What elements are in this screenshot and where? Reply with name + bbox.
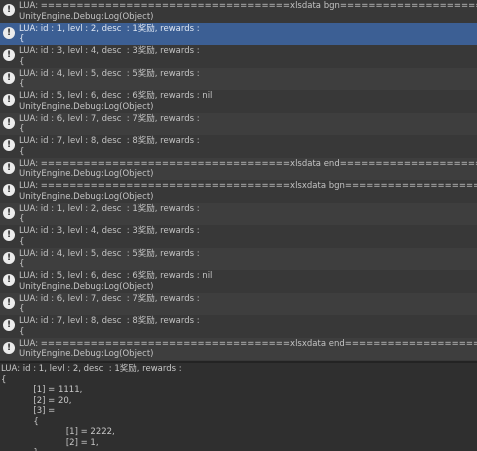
- log-row[interactable]: ! LUA: =================================…: [0, 157, 477, 180]
- detail-line: [1] = 1111,: [1, 385, 83, 395]
- log-row[interactable]: ! LUA: id : 3, levl : 4, desc : 3奖励, rew…: [0, 225, 477, 248]
- log-message: LUA: id : 4, levl : 5, desc : 5奖励, rewar…: [19, 248, 200, 259]
- detail-line: LUA: id : 1, levl : 2, desc : 1奖励, rewar…: [1, 364, 182, 374]
- log-row[interactable]: ! LUA: id : 1, levl : 2, desc : 1奖励, rew…: [0, 22, 477, 45]
- log-message: LUA: ===================================…: [19, 1, 477, 11]
- log-stacktrace: {: [19, 326, 25, 337]
- log-stacktrace: UnityEngine.Debug:Log(Object): [19, 169, 154, 179]
- log-stacktrace: {: [19, 236, 25, 247]
- log-message: LUA: ===================================…: [19, 158, 477, 169]
- log-detail-text: LUA: id : 1, levl : 2, desc : 1奖励, rewar…: [0, 363, 477, 451]
- info-icon: !: [3, 229, 15, 241]
- detail-line: {: [1, 416, 39, 427]
- log-stacktrace: {: [19, 304, 25, 314]
- log-row[interactable]: ! LUA: id : 5, levl : 6, desc : 6奖励, rew…: [0, 270, 477, 293]
- info-icon: !: [3, 116, 15, 129]
- info-icon: !: [3, 4, 15, 16]
- info-icon: !: [3, 296, 15, 309]
- log-message: LUA: id : 6, levl : 7, desc : 7奖励, rewar…: [19, 113, 200, 124]
- detail-line: [3] =: [1, 406, 56, 416]
- info-icon: !: [3, 71, 15, 84]
- log-stacktrace: {: [19, 56, 25, 67]
- log-stacktrace: UnityEngine.Debug:Log(Object): [19, 191, 154, 202]
- info-icon: !: [3, 206, 15, 219]
- detail-line: [2] = 20,: [1, 395, 72, 406]
- log-row[interactable]: ! LUA: id : 6, levl : 7, desc : 7奖励, rew…: [0, 112, 477, 135]
- log-message: LUA: id : 3, levl : 4, desc : 3奖励, rewar…: [19, 226, 200, 236]
- info-icon: !: [3, 274, 15, 286]
- log-stacktrace: {: [19, 146, 25, 157]
- log-stacktrace: {: [19, 259, 25, 269]
- info-icon: !: [3, 49, 15, 61]
- log-message: LUA: id : 1, levl : 2, desc : 1奖励, rewar…: [19, 203, 200, 214]
- log-stacktrace: UnityEngine.Debug:Log(Object): [19, 101, 154, 112]
- info-icon: !: [3, 184, 15, 196]
- info-icon: !: [3, 319, 15, 331]
- log-stacktrace: {: [19, 214, 25, 224]
- info-icon: !: [3, 161, 15, 174]
- detail-line: [1] = 2222,: [1, 427, 115, 437]
- detail-line: {: [1, 374, 7, 385]
- log-row[interactable]: ! LUA: id : 5, levl : 6, desc : 6奖励, rew…: [0, 90, 477, 113]
- log-message: LUA: id : 6, levl : 7, desc : 7奖励, rewar…: [19, 293, 200, 304]
- log-row[interactable]: ! LUA: id : 3, levl : 4, desc : 3奖励, rew…: [0, 45, 477, 68]
- log-stacktrace: {: [19, 34, 25, 44]
- info-icon: !: [3, 94, 15, 106]
- log-message: LUA: id : 3, levl : 4, desc : 3奖励, rewar…: [19, 46, 200, 56]
- log-detail-panel[interactable]: LUA: id : 1, levl : 2, desc : 1奖励, rewar…: [0, 363, 477, 451]
- log-row[interactable]: ! LUA: id : 6, levl : 7, desc : 7奖励, rew…: [0, 292, 477, 315]
- log-message: LUA: id : 5, levl : 6, desc : 6奖励, rewar…: [19, 271, 213, 281]
- info-icon: !: [3, 139, 15, 151]
- log-row[interactable]: ! LUA: id : 4, levl : 5, desc : 5奖励, rew…: [0, 247, 477, 270]
- log-message: LUA: id : 7, levl : 8, desc : 8奖励, rewar…: [19, 316, 200, 326]
- log-stacktrace: UnityEngine.Debug:Log(Object): [19, 349, 154, 359]
- log-message: LUA: ===================================…: [19, 181, 477, 191]
- log-row[interactable]: ! LUA: =================================…: [0, 0, 477, 23]
- log-stacktrace: UnityEngine.Debug:Log(Object): [19, 11, 154, 22]
- info-icon: !: [3, 341, 15, 354]
- log-message: LUA: id : 5, levl : 6, desc : 6奖励, rewar…: [19, 91, 213, 101]
- log-row[interactable]: ! LUA: =================================…: [0, 180, 477, 203]
- log-row[interactable]: ! LUA: id : 7, levl : 8, desc : 8奖励, rew…: [0, 135, 477, 158]
- log-message: LUA: id : 1, levl : 2, desc : 1奖励, rewar…: [19, 23, 200, 34]
- log-row[interactable]: ! LUA: =================================…: [0, 337, 477, 360]
- console-log-list[interactable]: ! LUA: =================================…: [0, 0, 477, 361]
- detail-line: [2] = 1,: [1, 437, 99, 448]
- log-message: LUA: id : 4, levl : 5, desc : 5奖励, rewar…: [19, 68, 200, 79]
- log-row[interactable]: ! LUA: id : 4, levl : 5, desc : 5奖励, rew…: [0, 67, 477, 90]
- log-row[interactable]: ! LUA: id : 7, levl : 8, desc : 8奖励, rew…: [0, 315, 477, 338]
- log-row[interactable]: ! LUA: id : 1, levl : 2, desc : 1奖励, rew…: [0, 202, 477, 225]
- info-icon: !: [3, 26, 15, 39]
- log-message: LUA: ===================================…: [19, 338, 477, 349]
- log-stacktrace: {: [19, 124, 25, 134]
- log-stacktrace: UnityEngine.Debug:Log(Object): [19, 281, 154, 292]
- info-icon: !: [3, 251, 15, 264]
- log-stacktrace: {: [19, 79, 25, 89]
- log-message: LUA: id : 7, levl : 8, desc : 8奖励, rewar…: [19, 136, 200, 146]
